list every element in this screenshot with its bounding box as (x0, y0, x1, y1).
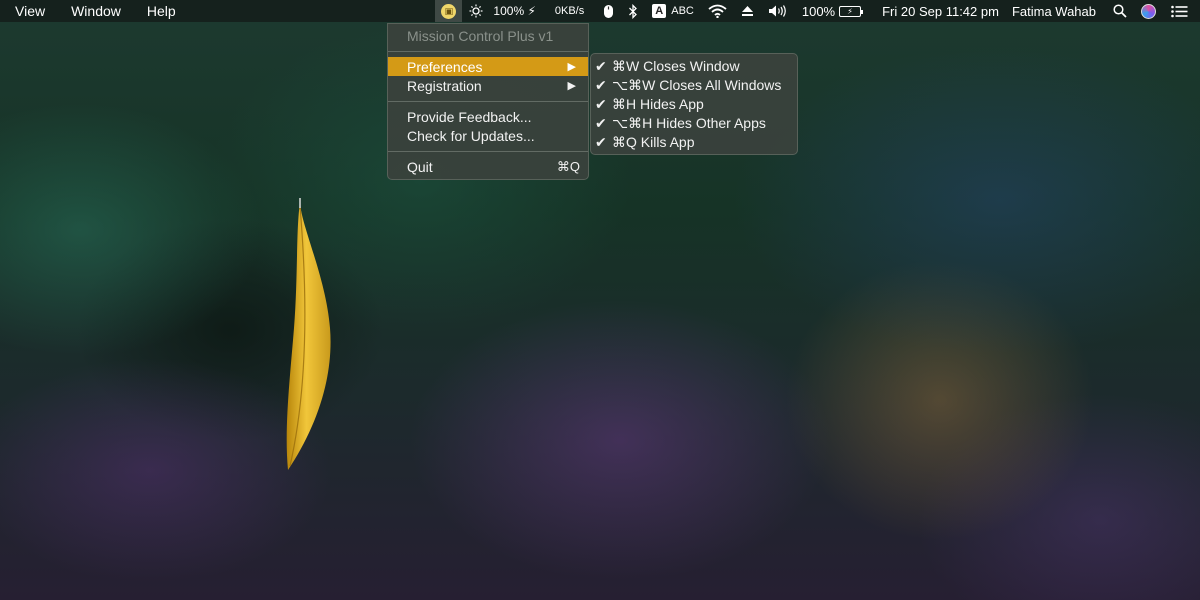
menu-item-check-updates[interactable]: Check for Updates... (388, 126, 588, 145)
mouse-status[interactable] (596, 0, 621, 22)
bluetooth-status[interactable] (621, 0, 645, 22)
siri-icon (1141, 3, 1156, 19)
menu-title: Mission Control Plus v1 (407, 27, 554, 44)
app-menus: View Window Help (0, 0, 189, 22)
submenu-item-kill-app[interactable]: ✔ ⌘Q Kills App (591, 133, 797, 152)
spotlight-status[interactable] (1106, 0, 1134, 22)
quit-shortcut: ⌘Q (556, 158, 580, 174)
menu-separator (388, 101, 588, 102)
menu-separator (388, 151, 588, 152)
sun-icon (469, 4, 483, 18)
mission-control-plus-status[interactable]: ▣ (435, 0, 463, 22)
menu-item-quit[interactable]: Quit ⌘Q (388, 157, 588, 176)
wifi-status[interactable] (701, 0, 734, 22)
brightness-status[interactable]: 100% ⚡ (462, 0, 542, 22)
menu-item-registration[interactable]: Registration ▶ (388, 76, 588, 95)
quit-label: Quit (407, 158, 433, 175)
preferences-label: Preferences (407, 58, 483, 75)
submenu-item-close-all-windows[interactable]: ✔ ⌥⌘W Closes All Windows (591, 76, 797, 95)
menu-separator (388, 51, 588, 52)
submenu-item-hide-app[interactable]: ✔ ⌘H Hides App (591, 95, 797, 114)
menu-bar: View Window Help ▣ 100% ⚡ 0KB/s A ABC 10… (0, 0, 1200, 22)
wifi-icon (708, 4, 727, 18)
checkmark-icon: ✔ (595, 96, 607, 112)
checkmark-icon: ✔ (595, 115, 607, 131)
submenu-item-label: ⌥⌘H Hides Other Apps (612, 115, 766, 131)
checkmark-icon: ✔ (595, 58, 607, 74)
user-name[interactable]: Fatima Wahab (1012, 0, 1106, 22)
registration-label: Registration (407, 77, 482, 94)
network-speed[interactable]: 0KB/s (543, 0, 596, 22)
battery-percent: 100% (801, 3, 836, 19)
menu-help[interactable]: Help (134, 0, 189, 22)
battery-status[interactable]: 100% ⚡ (795, 0, 868, 22)
mouse-icon (604, 4, 614, 18)
clock[interactable]: Fri 20 Sep 11:42 pm (868, 0, 1012, 22)
airplay-icon (741, 6, 753, 16)
submenu-item-label: ⌘H Hides App (612, 96, 704, 112)
siri-status[interactable] (1134, 0, 1163, 22)
menu-item-preferences[interactable]: Preferences ▶ (388, 57, 588, 76)
spotlight-icon (1113, 4, 1127, 18)
airplay-status[interactable] (734, 0, 761, 22)
submenu-item-label: ⌘Q Kills App (612, 134, 695, 150)
brightness-value: 100% ⚡ (493, 4, 536, 18)
mission-control-plus-icon: ▣ (441, 3, 457, 19)
checkmark-icon: ✔ (595, 77, 607, 93)
mission-control-plus-menu: Mission Control Plus v1 Preferences ▶ Re… (387, 23, 589, 180)
volume-icon (768, 5, 786, 17)
submenu-item-label: ⌥⌘W Closes All Windows (612, 77, 782, 93)
submenu-arrow-icon: ▶ (567, 61, 576, 73)
input-source-badge: A (652, 4, 667, 18)
input-source-status[interactable]: A ABC (645, 0, 701, 22)
status-area: ▣ 100% ⚡ 0KB/s A ABC 100% ⚡ Fri 20 Sep 1… (435, 0, 1200, 22)
menu-item-feedback[interactable]: Provide Feedback... (388, 107, 588, 126)
volume-status[interactable] (761, 0, 795, 22)
submenu-item-label: ⌘W Closes Window (612, 58, 740, 74)
menu-window[interactable]: Window (58, 0, 134, 22)
checkmark-icon: ✔ (595, 134, 607, 150)
preferences-submenu: ✔ ⌘W Closes Window ✔ ⌥⌘W Closes All Wind… (590, 53, 798, 155)
notification-center-status[interactable] (1163, 0, 1200, 22)
leaf-image (286, 198, 331, 470)
notification-center-icon (1171, 5, 1188, 17)
battery-icon: ⚡ (839, 5, 864, 17)
input-source-label: ABC (671, 5, 694, 17)
submenu-item-close-window[interactable]: ✔ ⌘W Closes Window (591, 57, 797, 76)
menu-view[interactable]: View (0, 0, 58, 22)
submenu-item-hide-other-apps[interactable]: ✔ ⌥⌘H Hides Other Apps (591, 114, 797, 133)
submenu-arrow-icon: ▶ (567, 80, 576, 92)
bluetooth-icon (629, 3, 638, 19)
